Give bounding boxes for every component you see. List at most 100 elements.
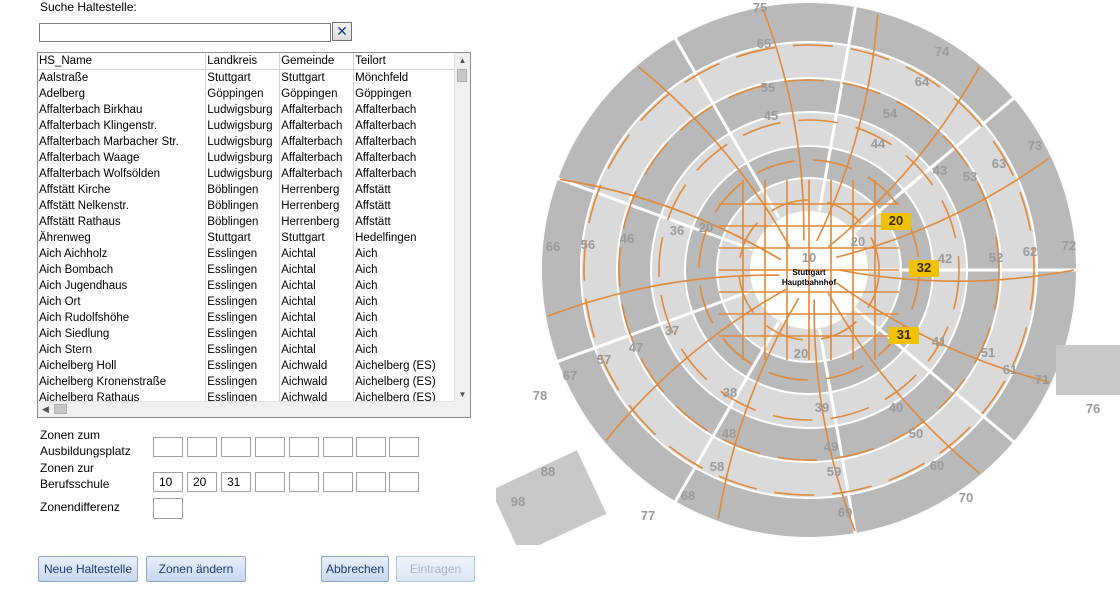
zone-number: 20 [851,234,865,249]
column-header-hs-name[interactable]: HS_Name [38,53,207,70]
table-row[interactable]: Aich Rudolfshöhe Esslingen Aichtal Aich [38,310,455,326]
zone-berufsschule-field-7[interactable] [356,472,386,492]
zone-number: 71 [1035,372,1049,387]
abbrechen-button[interactable]: Abbrechen [321,556,389,582]
zone-ausbildung-field-7[interactable] [356,437,386,457]
table-cell: Stuttgart [205,230,281,246]
vertical-scrollbar[interactable]: ▲ ▼ [454,53,470,402]
zone-ausbildung-field-4[interactable] [255,437,285,457]
zone-number: 40 [889,400,903,415]
zone-berufsschule-field-3[interactable]: 31 [221,472,251,492]
zone-ausbildung-field-2[interactable] [187,437,217,457]
table-row[interactable]: Affalterbach Birkhau Ludwigsburg Affalterb… [38,102,455,118]
zone-ausbildung-field-6[interactable] [323,437,353,457]
zonendifferenz-field[interactable] [153,498,183,519]
zone-number: 73 [1028,138,1042,153]
table-cell: Affalterbach Birkhau [38,102,207,118]
stop-table: HS_Name Landkreis Gemeinde Teilort Aalst… [38,53,455,402]
eintragen-button[interactable]: Eintragen [396,556,475,582]
table-row[interactable]: Aich Siedlung Esslingen Aichtal Aich [38,326,455,342]
table-row[interactable]: Affalterbach Marbacher Str. Ludwigsburg Af… [38,134,455,150]
zone-number: 53 [963,169,977,184]
column-header-landkreis[interactable]: Landkreis [205,53,281,70]
table-cell: Esslingen [205,294,281,310]
zone-berufsschule-field-8[interactable] [389,472,419,492]
table-row[interactable]: Affalterbach Wolfsölden Ludwigsburg Affalt… [38,166,455,182]
center-station-label-2: Hauptbahnhof [782,278,837,287]
horizontal-scrollbar[interactable]: ◀ [38,401,455,417]
scroll-left-icon[interactable]: ◀ [38,402,53,417]
table-cell: Aich Aichholz [38,246,207,262]
table-row[interactable]: Aichelberg Kronenstraße Esslingen Aichwald… [38,374,455,390]
table-row[interactable]: Aichelberg Holl Esslingen Aichwald Aichelbe… [38,358,455,374]
vertical-scroll-thumb[interactable] [457,69,467,82]
table-row[interactable]: Aich Aichholz Esslingen Aichtal Aich [38,246,455,262]
zone-ausbildung-field-1[interactable] [153,437,183,457]
extension-area-right [1056,345,1120,395]
table-cell: Ludwigsburg [205,166,281,182]
table-cell: Aich Bombach [38,262,207,278]
table-cell: Esslingen [205,262,281,278]
neue-haltestelle-button[interactable]: Neue Haltestelle [38,556,138,582]
scroll-corner [455,402,470,417]
table-cell: Esslingen [205,326,281,342]
table-cell: Aichtal [279,246,355,262]
scroll-up-icon[interactable]: ▲ [455,53,470,68]
zone-berufsschule-field-6[interactable] [323,472,353,492]
zone-number: 52 [989,250,1003,265]
table-cell: Aich [353,278,455,294]
table-cell: Esslingen [205,246,281,262]
table-row[interactable]: Affalterbach Waage Ludwigsburg Affalterbac… [38,150,455,166]
table-row[interactable]: Aich Ort Esslingen Aichtal Aich [38,294,455,310]
column-header-teilort[interactable]: Teilort [353,53,455,70]
search-input[interactable] [39,23,331,42]
scroll-down-icon[interactable]: ▼ [455,387,470,402]
table-row[interactable]: Aich Stern Esslingen Aichtal Aich [38,342,455,358]
zone-number: 44 [871,136,886,151]
table-cell: Ludwigsburg [205,150,281,166]
zone-berufsschule-field-4[interactable] [255,472,285,492]
table-row[interactable]: Affstätt Kirche Böblingen Herrenberg Affstä… [38,182,455,198]
zone-number: 61 [1003,362,1017,377]
table-cell: Affalterbach Marbacher Str. [38,134,207,150]
table-row[interactable]: Affalterbach Klingenstr. Ludwigsburg Affal… [38,118,455,134]
clear-search-button[interactable]: ✕ [332,22,352,41]
table-cell: Affalterbach [279,166,355,182]
zone-ausbildung-field-3[interactable] [221,437,251,457]
zone-ausbildung-field-8[interactable] [389,437,419,457]
table-row[interactable]: Affstätt Nelkenstr. Böblingen Herrenberg Af… [38,198,455,214]
table-cell: Aich [353,310,455,326]
zone-number: 54 [883,106,898,121]
zone-berufsschule-field-5[interactable] [289,472,319,492]
table-cell: Aichelberg (ES) [353,358,455,374]
table-row[interactable]: Adelberg Göppingen Göppingen Göppingen [38,86,455,102]
zone-number: 36 [670,223,684,238]
table-row[interactable]: Ährenweg Stuttgart Stuttgart Hedelfingen [38,230,455,246]
stop-list[interactable]: HS_Name Landkreis Gemeinde Teilort Aalst… [37,52,471,418]
zone-number: 48 [722,426,736,441]
table-cell: Aich [353,326,455,342]
table-cell: Mönchfeld [353,69,455,86]
column-header-gemeinde[interactable]: Gemeinde [279,53,355,70]
table-cell: Ludwigsburg [205,102,281,118]
zone-ausbildung-field-5[interactable] [289,437,319,457]
zone-number: 46 [620,231,634,246]
zone-number: 70 [959,490,973,505]
zone-number: 31 [897,327,911,342]
horizontal-scroll-thumb[interactable] [54,404,67,414]
table-row[interactable]: Affstätt Rathaus Böblingen Herrenberg Affst… [38,214,455,230]
zone-number: 59 [827,464,841,479]
zone-number: 63 [992,156,1006,171]
table-row[interactable]: Aich Jugendhaus Esslingen Aichtal Aich [38,278,455,294]
close-icon: ✕ [336,23,348,39]
zone-number: 39 [815,400,829,415]
zone-berufsschule-field-1[interactable]: 10 [153,472,183,492]
zonen-aendern-button[interactable]: Zonen ändern [146,556,246,582]
zone-number: 67 [563,368,577,383]
table-cell: Affalterbach [353,134,455,150]
zone-number: 66 [546,239,560,254]
table-row[interactable]: Aalstraße Stuttgart Stuttgart Mönchfeld [38,69,455,86]
table-cell: Göppingen [205,86,281,102]
table-row[interactable]: Aich Bombach Esslingen Aichtal Aich [38,262,455,278]
zone-berufsschule-field-2[interactable]: 20 [187,472,217,492]
